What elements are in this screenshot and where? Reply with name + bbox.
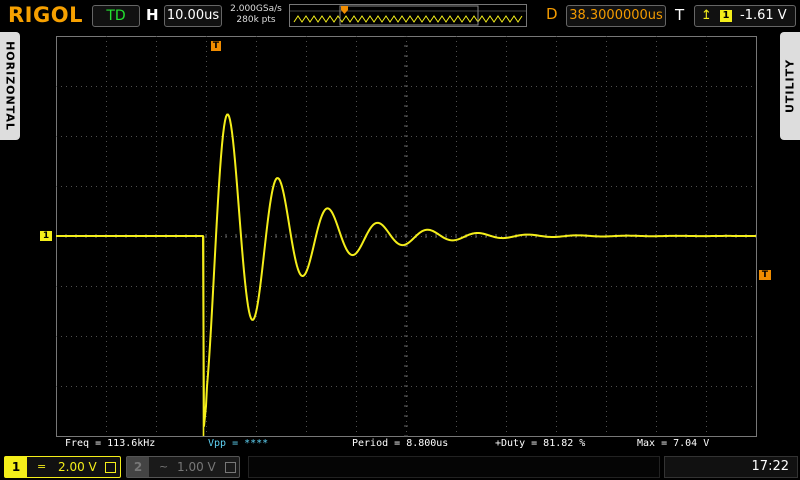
horizontal-label: H	[146, 6, 159, 24]
delay-value[interactable]: 38.3000000us	[566, 5, 666, 27]
ac-coupling-icon: ~	[159, 460, 169, 473]
channel-2-scale: 1.00 V	[177, 460, 216, 474]
timebase-value[interactable]: 10.00us	[164, 5, 222, 27]
max-measurement[interactable]: Max = 7.04 V	[637, 438, 709, 449]
trigger-source: 1	[720, 10, 732, 22]
delay-label: D	[546, 5, 558, 23]
bandwidth-limit-icon	[225, 462, 236, 473]
trigger-level-marker[interactable]: T	[759, 270, 771, 280]
channel-2-number: 2	[127, 457, 149, 477]
top-status-bar: RIGOL TD H 10.00us 2.000GSa/s 280k pts D…	[0, 0, 800, 32]
vpp-value: ****	[244, 438, 269, 449]
sample-rate: 2.000GSa/s	[230, 4, 282, 14]
memory-trigger-icon	[341, 6, 348, 14]
rigol-logo: RIGOL	[8, 3, 83, 27]
vpp-label: Vpp =	[208, 438, 245, 449]
horizontal-tab-label: HORIZONTAL	[3, 41, 17, 131]
utility-tab-label: UTILITY	[783, 58, 797, 114]
dc-coupling-icon: =	[37, 460, 47, 473]
period-value: 8.800us	[406, 438, 449, 449]
system-clock-area: 17:22	[664, 456, 798, 478]
duty-value: 81.82 %	[543, 438, 586, 449]
run-status-indicator[interactable]: TD	[92, 5, 140, 27]
trigger-settings[interactable]: ↥ 1 -1.61 V	[694, 5, 796, 27]
duty-label: +Duty =	[495, 438, 544, 449]
freq-measurement[interactable]: Freq = 113.6kHz	[65, 438, 155, 449]
rising-edge-icon: ↥	[701, 8, 712, 23]
vpp-measurement[interactable]: Vpp = ****	[208, 438, 268, 449]
bandwidth-limit-icon	[105, 462, 116, 473]
max-label: Max =	[637, 438, 674, 449]
graticule-svg	[56, 36, 757, 437]
trigger-label: T	[675, 6, 685, 24]
oscilloscope-screen: RIGOL TD H 10.00us 2.000GSa/s 280k pts D…	[0, 0, 800, 480]
measurement-bar: Freq = 113.6kHz Vpp = **** Period = 8.80…	[56, 437, 757, 451]
utility-menu-tab[interactable]: UTILITY	[780, 32, 800, 140]
channel-1-scale: 2.00 V	[58, 460, 97, 474]
duty-measurement[interactable]: +Duty = 81.82 %	[495, 438, 585, 449]
trigger-level-value: -1.61 V	[740, 8, 787, 23]
trigger-position-marker[interactable]: T	[211, 41, 221, 51]
waveform-graticule[interactable]	[56, 36, 757, 437]
freq-value: 113.6kHz	[107, 438, 156, 449]
channel-1-tab[interactable]: 1 = 2.00 V	[4, 456, 121, 478]
freq-label: Freq =	[65, 438, 108, 449]
bottom-channel-bar: 1 = 2.00 V 2 ~ 1.00 V 17:22	[0, 452, 800, 480]
clock: 17:22	[751, 459, 789, 474]
ch1-offset-marker[interactable]: 1	[40, 231, 52, 241]
memory-overview[interactable]	[289, 4, 527, 27]
memory-overview-waveform	[290, 5, 526, 26]
period-measurement[interactable]: Period = 8.800us	[352, 438, 448, 449]
status-message-area	[248, 456, 660, 478]
period-label: Period =	[352, 438, 407, 449]
horizontal-menu-tab[interactable]: HORIZONTAL	[0, 32, 20, 140]
channel-1-number: 1	[5, 457, 27, 477]
max-value: 7.04 V	[673, 438, 710, 449]
memory-depth: 280k pts	[236, 15, 276, 25]
acquisition-info: 2.000GSa/s 280k pts	[226, 4, 286, 26]
channel-2-tab[interactable]: 2 ~ 1.00 V	[126, 456, 240, 478]
